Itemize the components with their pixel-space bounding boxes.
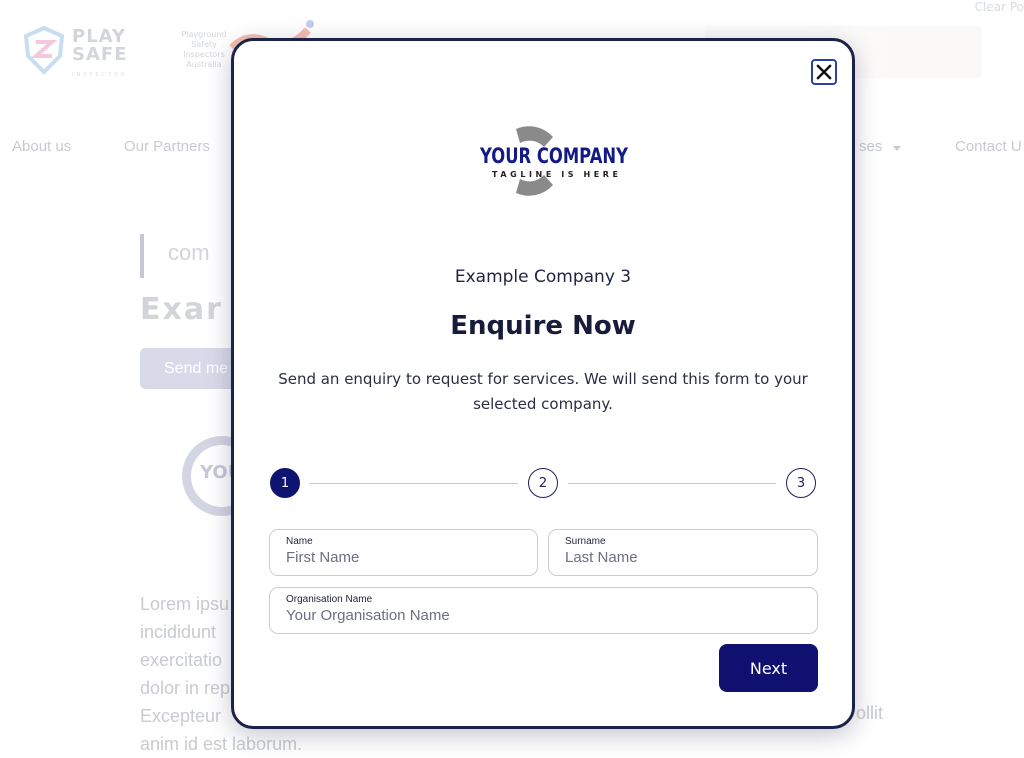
page-subheading: com: [168, 240, 210, 265]
close-icon: [816, 64, 832, 80]
step-3-indicator[interactable]: 3: [786, 468, 816, 498]
playsafe-wordmark: PLAY SAFE INSPECTOR: [72, 28, 128, 84]
partner-logo-line: Australia: [186, 60, 222, 69]
organisation-field[interactable]: Organisation Name: [269, 587, 818, 634]
brand-line-2: SAFE: [72, 44, 128, 65]
modal-description: Send an enquiry to request for services.…: [278, 370, 808, 413]
top-right-link[interactable]: Clear Po: [975, 0, 1024, 14]
partner-logo-text: Playground Safety Inspectors Australia: [180, 30, 228, 70]
shield-logo-icon: [24, 26, 64, 75]
enquiry-modal: YOUR COMPANY TAGLINE IS HERE Example Com…: [231, 38, 855, 729]
company-logo-tagline: TAGLINE IS HERE: [492, 170, 618, 179]
surname-field[interactable]: Surname: [548, 529, 818, 576]
step-connector: [568, 483, 776, 484]
nav-our-partners[interactable]: Our Partners: [124, 138, 210, 155]
page-title: Exar: [140, 292, 223, 327]
step-2-indicator[interactable]: 2: [528, 468, 558, 498]
nav-dropdown-chevron-icon[interactable]: [893, 146, 901, 151]
organisation-name-input[interactable]: [286, 607, 801, 624]
heading-accent-bar: [140, 234, 144, 278]
company-name: Example Company 3: [454, 267, 632, 287]
step-1-indicator[interactable]: 1: [270, 468, 300, 498]
nav-courses[interactable]: ses: [859, 138, 882, 155]
modal-title: Enquire Now: [450, 311, 636, 341]
surname-field-label: Surname: [565, 536, 606, 547]
form-stepper: 1 2 3: [270, 468, 820, 500]
organisation-field-label: Organisation Name: [286, 594, 373, 605]
body-text-fragment: ollit: [856, 703, 884, 723]
name-field[interactable]: Name: [269, 529, 538, 576]
nav-contact-us[interactable]: Contact U: [955, 138, 1022, 155]
last-name-input[interactable]: [565, 549, 801, 566]
partner-logo-line: Safety: [191, 40, 217, 49]
company-logo-name: YOUR COMPANY: [479, 144, 628, 168]
company-logo: YOUR COMPANY TAGLINE IS HERE: [472, 113, 629, 209]
brand-sub: INSPECTOR: [72, 72, 128, 78]
body-text-line: anim id est laborum.: [140, 734, 303, 754]
partner-logo-line: Inspectors: [183, 50, 225, 59]
playsafe-logo[interactable]: PLAY SAFE INSPECTOR: [24, 26, 142, 78]
step-connector: [310, 483, 518, 484]
name-field-label: Name: [286, 536, 313, 547]
partner-logo-line: Playground: [181, 30, 227, 39]
close-button[interactable]: [811, 59, 837, 85]
nav-about-us[interactable]: About us: [12, 138, 71, 155]
first-name-input[interactable]: [286, 549, 521, 566]
next-button[interactable]: Next: [719, 644, 818, 692]
